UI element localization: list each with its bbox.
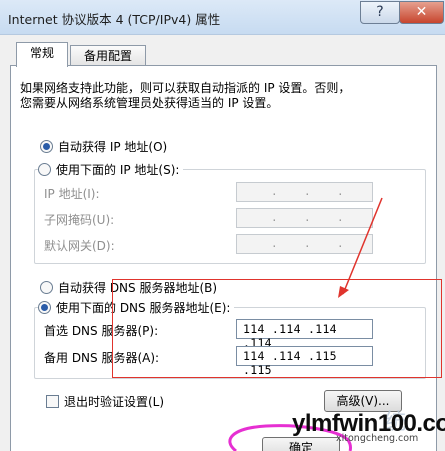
ip-manual-option[interactable]: 使用下面的 IP 地址(S): [38,161,184,178]
close-button[interactable]: ✕ [399,1,444,24]
dns-manual-radio[interactable] [38,301,51,314]
validate-label: 退出时验证设置(L) [64,395,165,409]
help-icon: ? [376,4,384,20]
subnet-mask-input[interactable]: ... [236,208,373,228]
description-line-1: 如果网络支持此功能，则可以获取自动指派的 IP 设置。否则， [20,81,351,95]
close-icon: ✕ [415,4,428,20]
dns-manual-option[interactable]: 使用下面的 DNS 服务器地址(E): [38,299,235,316]
ip-address-input[interactable]: ... [236,182,373,202]
ip-manual-radio[interactable] [38,163,51,176]
dns-auto-radio[interactable] [40,281,53,294]
ip-auto-radio[interactable] [40,140,53,153]
alternate-dns-input[interactable]: 114 .114 .115 .115 [236,346,373,377]
preferred-dns-label: 首选 DNS 服务器(P): [44,324,159,338]
validate-checkbox[interactable] [46,395,59,408]
dns-manual-label: 使用下面的 DNS 服务器地址(E): [56,301,231,315]
tab-bar: 常规 备用配置 [10,42,435,67]
ip-address-label: IP 地址(I): [44,187,100,201]
ip-auto-option[interactable]: 自动获得 IP 地址(O) [40,138,167,155]
tab-alternate-config[interactable]: 备用配置 [70,45,146,66]
tcpip-properties-dialog: Internet 协议版本 4 (TCP/IPv4) 属性 ? ✕ 常规 备用配… [0,0,445,451]
watermark-sub: xitongcheng.com [336,433,419,444]
default-gateway-input[interactable]: ... [236,234,373,254]
help-button[interactable]: ? [360,1,400,24]
description-text: 如果网络支持此功能，则可以获取自动指派的 IP 设置。否则， 您需要从网络系统管… [20,81,420,111]
subnet-mask-label: 子网掩码(U): [44,213,115,227]
ip-auto-label: 自动获得 IP 地址(O) [58,140,168,154]
dns-auto-label: 自动获得 DNS 服务器地址(B) [58,281,218,295]
dns-auto-option[interactable]: 自动获得 DNS 服务器地址(B) [40,279,217,296]
preferred-dns-input[interactable]: 114 .114 .114 .114 [236,319,373,350]
alternate-dns-label: 备用 DNS 服务器(A): [44,351,160,365]
validate-option[interactable]: 退出时验证设置(L) [46,393,164,410]
window-title: Internet 协议版本 4 (TCP/IPv4) 属性 [8,12,221,27]
alternate-dns-value: 114 .114 .115 .115 [243,349,337,377]
title-bar[interactable]: Internet 协议版本 4 (TCP/IPv4) 属性 ? ✕ [0,0,445,35]
ip-manual-label: 使用下面的 IP 地址(S): [56,163,180,177]
ok-button[interactable]: 确定 [262,437,340,451]
tab-general[interactable]: 常规 [16,42,68,67]
default-gateway-label: 默认网关(D): [44,239,115,253]
description-line-2: 您需要从网络系统管理员处获得适当的 IP 设置。 [20,96,279,110]
